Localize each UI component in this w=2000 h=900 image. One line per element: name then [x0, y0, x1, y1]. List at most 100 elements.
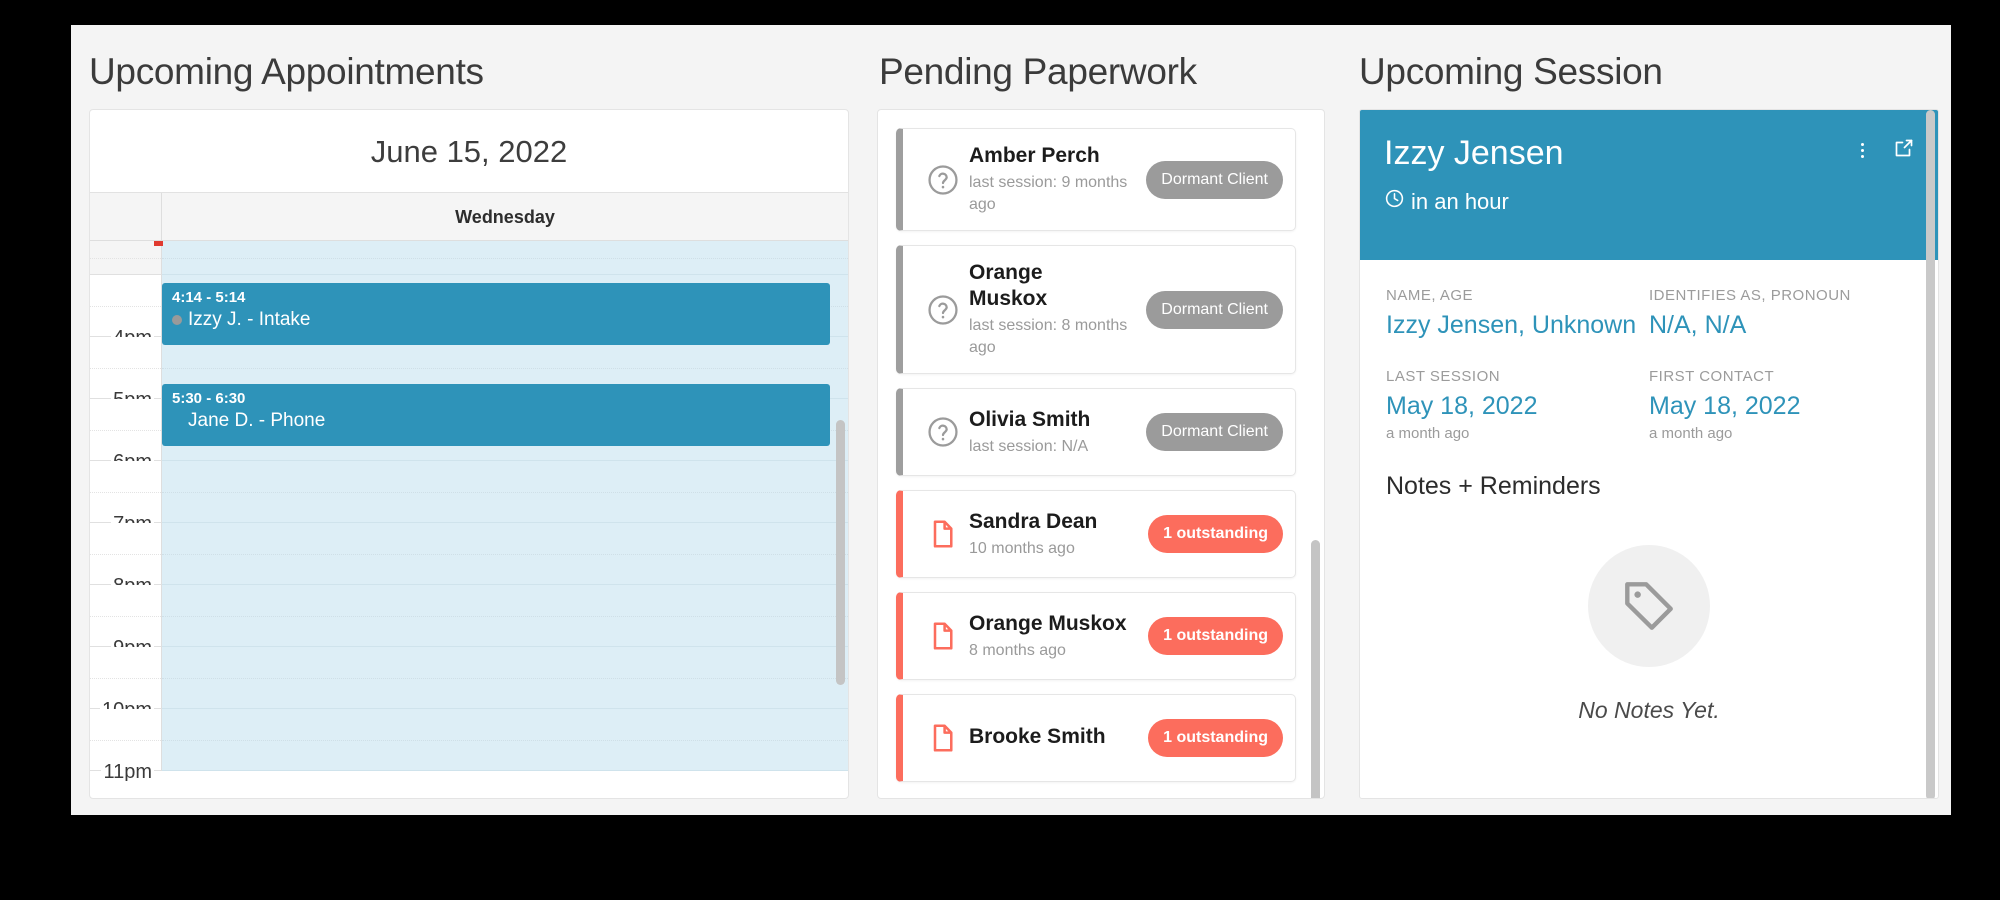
document-icon — [917, 518, 969, 550]
list-item[interactable]: Brooke Smith 1 outstanding — [896, 694, 1296, 782]
session-card-body: NAME, AGE Izzy Jensen, Unknown IDENTIFIE… — [1360, 260, 1938, 724]
calendar-hour-row[interactable]: 11pm — [90, 709, 848, 781]
status-badge[interactable]: 1 outstanding — [1148, 617, 1283, 655]
calendar-hour-slot[interactable] — [162, 241, 848, 275]
session-details-grid: NAME, AGE Izzy Jensen, Unknown IDENTIFIE… — [1386, 286, 1912, 470]
calendar-hour-slot[interactable] — [162, 709, 848, 771]
calendar-hour-slot[interactable] — [162, 647, 848, 709]
calendar-hour-gutter: 8pm — [90, 523, 162, 596]
calendar-hour-row[interactable]: 8pm — [90, 523, 848, 596]
calendar-hour-row[interactable] — [90, 241, 848, 275]
document-icon — [917, 722, 969, 754]
event-status-dot-icon — [172, 314, 182, 325]
status-badge[interactable]: 1 outstanding — [1148, 515, 1283, 553]
notes-section-title: Notes + Reminders — [1386, 472, 1601, 500]
current-time-marker — [154, 241, 163, 246]
list-item[interactable]: Olivia Smith last session: N/A Dormant C… — [896, 388, 1296, 476]
notes-empty-state: No Notes Yet. — [1386, 501, 1912, 724]
calendar-hour-gutter: 11pm — [90, 709, 162, 781]
calendar-hour-row[interactable]: 9pm — [90, 585, 848, 658]
clock-icon — [1384, 188, 1405, 215]
calendar-event[interactable]: 4:14 - 5:14 Izzy J. - Intake — [162, 283, 830, 345]
pending-paperwork-column: Pending Paperwork Amber Perch last sessi… — [861, 25, 1341, 815]
client-name: Amber Perch — [969, 144, 1100, 167]
notes-empty-message: No Notes Yet. — [1578, 697, 1720, 723]
client-subtext: last session: 9 months ago — [969, 174, 1128, 213]
calendar-hour-gutter: 6pm — [90, 399, 162, 472]
list-item-text: Amber Perch last session: 9 months ago — [969, 143, 1146, 216]
calendar-scrollbar[interactable] — [836, 420, 845, 685]
appointments-column-title: Upcoming Appointments — [89, 51, 484, 92]
list-item[interactable]: Amber Perch last session: 9 months ago D… — [896, 128, 1296, 231]
calendar-event[interactable]: 5:30 - 6:30 Jane D. - Phone — [162, 384, 830, 446]
status-badge[interactable]: Dormant Client — [1146, 413, 1283, 451]
client-subtext: last session: 8 months ago — [969, 317, 1128, 356]
upcoming-appointments-column: Upcoming Appointments June 15, 2022 Wedn… — [71, 25, 861, 815]
list-item[interactable]: Orange Muskox 8 months ago 1 outstanding — [896, 592, 1296, 680]
calendar-grid: Wednesday 4pm 5pm — [90, 192, 848, 781]
list-item-text: Brooke Smith — [969, 724, 1148, 753]
calendar-hour-slot[interactable] — [162, 461, 848, 523]
paperwork-list[interactable]: Amber Perch last session: 9 months ago D… — [878, 110, 1310, 798]
field-label: NAME, AGE — [1386, 287, 1474, 304]
status-badge[interactable]: 1 outstanding — [1148, 719, 1283, 757]
field-label: FIRST CONTACT — [1649, 368, 1775, 385]
calendar-date-label: June 15, 2022 — [370, 134, 568, 169]
client-name: Orange Muskox — [969, 261, 1048, 310]
field-label: IDENTIFIES AS, PRONOUN — [1649, 287, 1851, 304]
session-client-name: Izzy Jensen — [1384, 134, 1564, 172]
session-card-header: Izzy Jensen in an hour — [1360, 110, 1938, 260]
client-name: Olivia Smith — [969, 407, 1091, 431]
list-item-text: Sandra Dean 10 months ago — [969, 509, 1148, 560]
field-value[interactable]: May 18, 2022 — [1386, 390, 1649, 422]
list-item[interactable]: Orange Muskox last session: 8 months ago… — [896, 245, 1296, 374]
field-value[interactable]: N/A, N/A — [1649, 309, 1912, 341]
field-value[interactable]: May 18, 2022 — [1649, 390, 1912, 422]
status-badge[interactable]: Dormant Client — [1146, 290, 1283, 329]
calendar-event-title: Izzy J. - Intake — [172, 307, 820, 333]
list-item-text: Orange Muskox 8 months ago — [969, 611, 1148, 662]
paperwork-scrollbar[interactable] — [1311, 540, 1320, 798]
session-card: Izzy Jensen in an hour NAME, AGE Izzy Je… — [1359, 109, 1939, 799]
calendar-hour-label: 11pm — [101, 761, 154, 781]
calendar-body[interactable]: 4pm 5pm 6pm 7pm — [90, 241, 848, 781]
client-name: Orange Muskox — [969, 611, 1127, 635]
status-badge[interactable]: Dormant Client — [1146, 160, 1283, 199]
calendar-day-header: Wednesday — [455, 207, 555, 227]
client-name: Sandra Dean — [969, 509, 1098, 533]
field-label: LAST SESSION — [1386, 368, 1501, 385]
calendar-hour-gutter: 10pm — [90, 647, 162, 720]
field-meta: a month ago — [1649, 425, 1733, 442]
session-column-title: Upcoming Session — [1359, 51, 1663, 92]
field-meta: a month ago — [1386, 425, 1470, 442]
tag-icon — [1588, 545, 1710, 667]
list-item[interactable]: Sandra Dean 10 months ago 1 outstanding — [896, 490, 1296, 578]
list-item-text: Olivia Smith last session: N/A — [969, 407, 1146, 458]
external-link-icon[interactable] — [1892, 136, 1916, 165]
document-icon — [917, 620, 969, 652]
calendar-event-time: 4:14 - 5:14 — [172, 289, 246, 306]
more-options-icon[interactable] — [1855, 141, 1870, 160]
calendar-card: June 15, 2022 Wednesday 4pm — [89, 109, 849, 799]
paperwork-column-title: Pending Paperwork — [879, 51, 1197, 92]
calendar-hour-slot[interactable] — [162, 585, 848, 647]
calendar-header-row: Wednesday — [90, 193, 848, 241]
calendar-hour-slot[interactable] — [162, 523, 848, 585]
session-scrollbar[interactable] — [1926, 110, 1935, 798]
upcoming-session-column: Upcoming Session Izzy Jensen in an hour — [1341, 25, 1951, 815]
list-item-text: Orange Muskox last session: 8 months ago — [969, 260, 1146, 359]
question-circle-icon — [917, 293, 969, 327]
calendar-hour-row[interactable]: 10pm — [90, 647, 848, 720]
field-value[interactable]: Izzy Jensen, Unknown — [1386, 309, 1649, 341]
client-name: Brooke Smith — [969, 724, 1106, 748]
question-circle-icon — [917, 163, 969, 197]
detail-field-first-contact: FIRST CONTACT May 18, 2022 a month ago — [1649, 367, 1912, 444]
calendar-hour-row[interactable]: 7pm — [90, 461, 848, 534]
calendar-hour-gutter: 7pm — [90, 461, 162, 534]
dashboard-root: Upcoming Appointments June 15, 2022 Wedn… — [71, 25, 1951, 815]
calendar-hour-gutter: 4pm — [90, 275, 162, 348]
calendar-hour-gutter: 5pm — [90, 337, 162, 410]
client-subtext: last session: N/A — [969, 437, 1089, 455]
detail-field-name-age: NAME, AGE Izzy Jensen, Unknown — [1386, 286, 1649, 341]
calendar-hour-gutter: 9pm — [90, 585, 162, 658]
